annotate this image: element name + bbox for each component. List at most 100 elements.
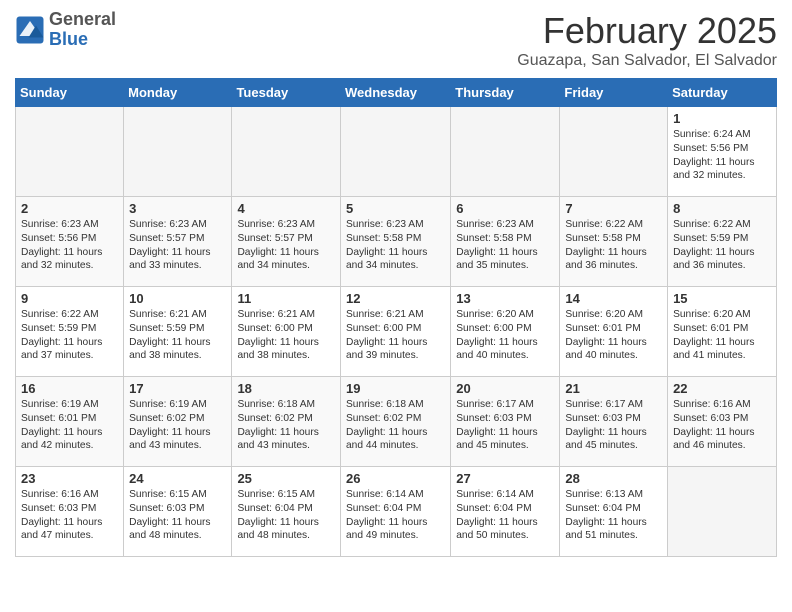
day-number: 1 [673, 111, 771, 126]
day-number: 17 [129, 381, 226, 396]
day-info: Sunrise: 6:13 AM Sunset: 6:04 PM Dayligh… [565, 488, 662, 543]
day-number: 10 [129, 291, 226, 306]
calendar-cell: 15 Sunrise: 6:20 AM Sunset: 6:01 PM Dayli… [668, 287, 777, 377]
calendar-cell: 28 Sunrise: 6:13 AM Sunset: 6:04 PM Dayli… [560, 467, 668, 557]
logo-text: General Blue [49, 10, 116, 50]
day-info: Sunrise: 6:23 AM Sunset: 5:58 PM Dayligh… [456, 218, 554, 273]
day-info: Sunrise: 6:23 AM Sunset: 5:57 PM Dayligh… [237, 218, 335, 273]
header: General Blue February 2025 Guazapa, San … [15, 10, 777, 70]
day-info: Sunrise: 6:21 AM Sunset: 5:59 PM Dayligh… [129, 308, 226, 363]
day-info: Sunrise: 6:16 AM Sunset: 6:03 PM Dayligh… [21, 488, 118, 543]
day-info: Sunrise: 6:23 AM Sunset: 5:57 PM Dayligh… [129, 218, 226, 273]
day-number: 18 [237, 381, 335, 396]
calendar-cell: 1 Sunrise: 6:24 AM Sunset: 5:56 PM Daylig… [668, 107, 777, 197]
day-info: Sunrise: 6:18 AM Sunset: 6:02 PM Dayligh… [346, 398, 445, 453]
calendar-cell: 9 Sunrise: 6:22 AM Sunset: 5:59 PM Daylig… [16, 287, 124, 377]
calendar-cell: 20Sunrise: 6:17 AM Sunset: 6:03 PM Dayli… [451, 377, 560, 467]
day-number: 5 [346, 201, 445, 216]
calendar-week-5: 23 Sunrise: 6:16 AM Sunset: 6:03 PM Dayli… [16, 467, 777, 557]
weekday-header-wednesday: Wednesday [341, 79, 451, 107]
day-info: Sunrise: 6:23 AM Sunset: 5:56 PM Dayligh… [21, 218, 118, 273]
weekday-header-friday: Friday [560, 79, 668, 107]
logo: General Blue [15, 10, 116, 50]
day-number: 24 [129, 471, 226, 486]
day-number: 2 [21, 201, 118, 216]
calendar-cell: 19Sunrise: 6:18 AM Sunset: 6:02 PM Dayli… [341, 377, 451, 467]
calendar-cell: 13 Sunrise: 6:20 AM Sunset: 6:00 PM Dayli… [451, 287, 560, 377]
day-info: Sunrise: 6:22 AM Sunset: 5:59 PM Dayligh… [673, 218, 771, 273]
day-number: 16 [21, 381, 118, 396]
day-info: Sunrise: 6:23 AM Sunset: 5:58 PM Dayligh… [346, 218, 445, 273]
day-number: 12 [346, 291, 445, 306]
day-number: 15 [673, 291, 771, 306]
calendar-cell: 16 Sunrise: 6:19 AM Sunset: 6:01 PM Dayli… [16, 377, 124, 467]
day-info: Sunrise: 6:24 AM Sunset: 5:56 PM Dayligh… [673, 128, 771, 183]
day-number: 23 [21, 471, 118, 486]
weekday-header-monday: Monday [124, 79, 232, 107]
calendar-week-1: 1 Sunrise: 6:24 AM Sunset: 5:56 PM Daylig… [16, 107, 777, 197]
calendar-cell: 5 Sunrise: 6:23 AM Sunset: 5:58 PM Daylig… [341, 197, 451, 287]
day-info: Sunrise: 6:17 AM Sunset: 6:03 PM Dayligh… [565, 398, 662, 453]
weekday-header-thursday: Thursday [451, 79, 560, 107]
calendar-cell: 7Sunrise: 6:22 AM Sunset: 5:58 PM Daylig… [560, 197, 668, 287]
day-number: 28 [565, 471, 662, 486]
day-info: Sunrise: 6:20 AM Sunset: 6:01 PM Dayligh… [565, 308, 662, 363]
calendar-cell [232, 107, 341, 197]
calendar-week-4: 16 Sunrise: 6:19 AM Sunset: 6:01 PM Dayli… [16, 377, 777, 467]
calendar-cell: 10 Sunrise: 6:21 AM Sunset: 5:59 PM Dayli… [124, 287, 232, 377]
day-info: Sunrise: 6:16 AM Sunset: 6:03 PM Dayligh… [673, 398, 771, 453]
day-number: 21 [565, 381, 662, 396]
calendar-cell: 18 Sunrise: 6:18 AM Sunset: 6:02 PM Dayli… [232, 377, 341, 467]
calendar-cell: 4 Sunrise: 6:23 AM Sunset: 5:57 PM Daylig… [232, 197, 341, 287]
calendar-cell [451, 107, 560, 197]
day-info: Sunrise: 6:18 AM Sunset: 6:02 PM Dayligh… [237, 398, 335, 453]
calendar-cell: 14Sunrise: 6:20 AM Sunset: 6:01 PM Dayli… [560, 287, 668, 377]
calendar-cell [16, 107, 124, 197]
day-number: 26 [346, 471, 445, 486]
calendar-header: SundayMondayTuesdayWednesdayThursdayFrid… [16, 79, 777, 107]
calendar-cell: 23 Sunrise: 6:16 AM Sunset: 6:03 PM Dayli… [16, 467, 124, 557]
day-info: Sunrise: 6:20 AM Sunset: 6:00 PM Dayligh… [456, 308, 554, 363]
calendar-cell: 21 Sunrise: 6:17 AM Sunset: 6:03 PM Dayli… [560, 377, 668, 467]
month-title: February 2025 [517, 10, 777, 52]
weekday-header-sunday: Sunday [16, 79, 124, 107]
calendar-cell: 26 Sunrise: 6:14 AM Sunset: 6:04 PM Dayli… [341, 467, 451, 557]
day-number: 27 [456, 471, 554, 486]
day-info: Sunrise: 6:22 AM Sunset: 5:59 PM Dayligh… [21, 308, 118, 363]
day-number: 22 [673, 381, 771, 396]
calendar-cell: 22 Sunrise: 6:16 AM Sunset: 6:03 PM Dayli… [668, 377, 777, 467]
calendar-body: 1 Sunrise: 6:24 AM Sunset: 5:56 PM Daylig… [16, 107, 777, 557]
day-number: 8 [673, 201, 771, 216]
day-number: 9 [21, 291, 118, 306]
day-info: Sunrise: 6:21 AM Sunset: 6:00 PM Dayligh… [237, 308, 335, 363]
day-number: 13 [456, 291, 554, 306]
day-info: Sunrise: 6:22 AM Sunset: 5:58 PM Dayligh… [565, 218, 662, 273]
calendar-cell [668, 467, 777, 557]
calendar-cell: 27 Sunrise: 6:14 AM Sunset: 6:04 PM Dayli… [451, 467, 560, 557]
day-info: Sunrise: 6:17 AM Sunset: 6:03 PM Dayligh… [456, 398, 554, 453]
calendar-cell: 2 Sunrise: 6:23 AM Sunset: 5:56 PM Daylig… [16, 197, 124, 287]
day-info: Sunrise: 6:14 AM Sunset: 6:04 PM Dayligh… [346, 488, 445, 543]
day-number: 4 [237, 201, 335, 216]
calendar-cell: 12 Sunrise: 6:21 AM Sunset: 6:00 PM Dayli… [341, 287, 451, 377]
location: Guazapa, San Salvador, El Salvador [517, 52, 777, 70]
logo-blue-text: Blue [49, 30, 116, 50]
title-section: February 2025 Guazapa, San Salvador, El … [517, 10, 777, 70]
calendar-cell [124, 107, 232, 197]
day-info: Sunrise: 6:21 AM Sunset: 6:00 PM Dayligh… [346, 308, 445, 363]
day-info: Sunrise: 6:15 AM Sunset: 6:03 PM Dayligh… [129, 488, 226, 543]
calendar-week-3: 9 Sunrise: 6:22 AM Sunset: 5:59 PM Daylig… [16, 287, 777, 377]
day-number: 6 [456, 201, 554, 216]
calendar-cell: 25Sunrise: 6:15 AM Sunset: 6:04 PM Dayli… [232, 467, 341, 557]
calendar-cell: 8 Sunrise: 6:22 AM Sunset: 5:59 PM Daylig… [668, 197, 777, 287]
day-info: Sunrise: 6:19 AM Sunset: 6:02 PM Dayligh… [129, 398, 226, 453]
day-info: Sunrise: 6:14 AM Sunset: 6:04 PM Dayligh… [456, 488, 554, 543]
calendar-cell: 6 Sunrise: 6:23 AM Sunset: 5:58 PM Daylig… [451, 197, 560, 287]
calendar-table: SundayMondayTuesdayWednesdayThursdayFrid… [15, 78, 777, 557]
day-info: Sunrise: 6:20 AM Sunset: 6:01 PM Dayligh… [673, 308, 771, 363]
calendar-cell: 17 Sunrise: 6:19 AM Sunset: 6:02 PM Dayli… [124, 377, 232, 467]
day-number: 11 [237, 291, 335, 306]
calendar-cell: 11 Sunrise: 6:21 AM Sunset: 6:00 PM Dayli… [232, 287, 341, 377]
calendar-cell [341, 107, 451, 197]
day-info: Sunrise: 6:19 AM Sunset: 6:01 PM Dayligh… [21, 398, 118, 453]
